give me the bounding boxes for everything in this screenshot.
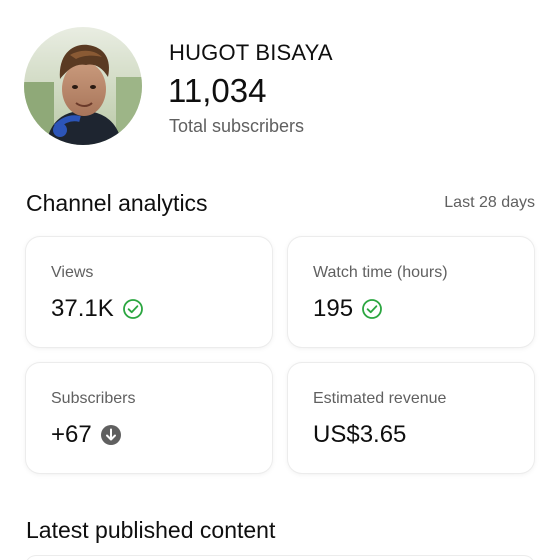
subscribers-value-row: +67 [51, 421, 122, 449]
analytics-period-label: Last 28 days [444, 194, 535, 211]
estimated-revenue-card[interactable]: Estimated revenue US$3.65 [288, 363, 534, 473]
channel-avatar[interactable] [24, 27, 142, 145]
check-circle-icon [122, 298, 144, 320]
watch-time-value: 195 [313, 295, 354, 322]
estimated-revenue-label: Estimated revenue [313, 390, 447, 407]
latest-content-card[interactable] [26, 556, 534, 560]
subscribers-card[interactable]: Subscribers +67 [26, 363, 272, 473]
check-circle-icon [361, 298, 383, 320]
latest-published-content-heading: Latest published content [26, 517, 276, 543]
avatar-photo-icon [24, 27, 142, 145]
watch-time-label: Watch time (hours) [313, 264, 448, 281]
total-subscribers-label: Total subscribers [169, 116, 305, 136]
views-value: 37.1K [51, 295, 114, 322]
channel-analytics-heading: Channel analytics [26, 190, 208, 216]
views-label: Views [51, 264, 94, 281]
subscribers-label: Subscribers [51, 390, 136, 407]
subscribers-value: +67 [51, 421, 92, 448]
estimated-revenue-value-row: US$3.65 [313, 421, 406, 449]
views-card[interactable]: Views 37.1K [26, 237, 272, 347]
total-subscriber-count: 11,034 [168, 72, 267, 109]
channel-dashboard: HUGOT BISAYA 11,034 Total subscribers Ch… [0, 0, 560, 560]
estimated-revenue-value: US$3.65 [313, 421, 407, 448]
views-value-row: 37.1K [51, 295, 144, 323]
channel-name: HUGOT BISAYA [169, 40, 333, 65]
arrow-down-circle-icon [100, 424, 122, 446]
watch-time-value-row: 195 [313, 295, 383, 323]
watch-time-card[interactable]: Watch time (hours) 195 [288, 237, 534, 347]
